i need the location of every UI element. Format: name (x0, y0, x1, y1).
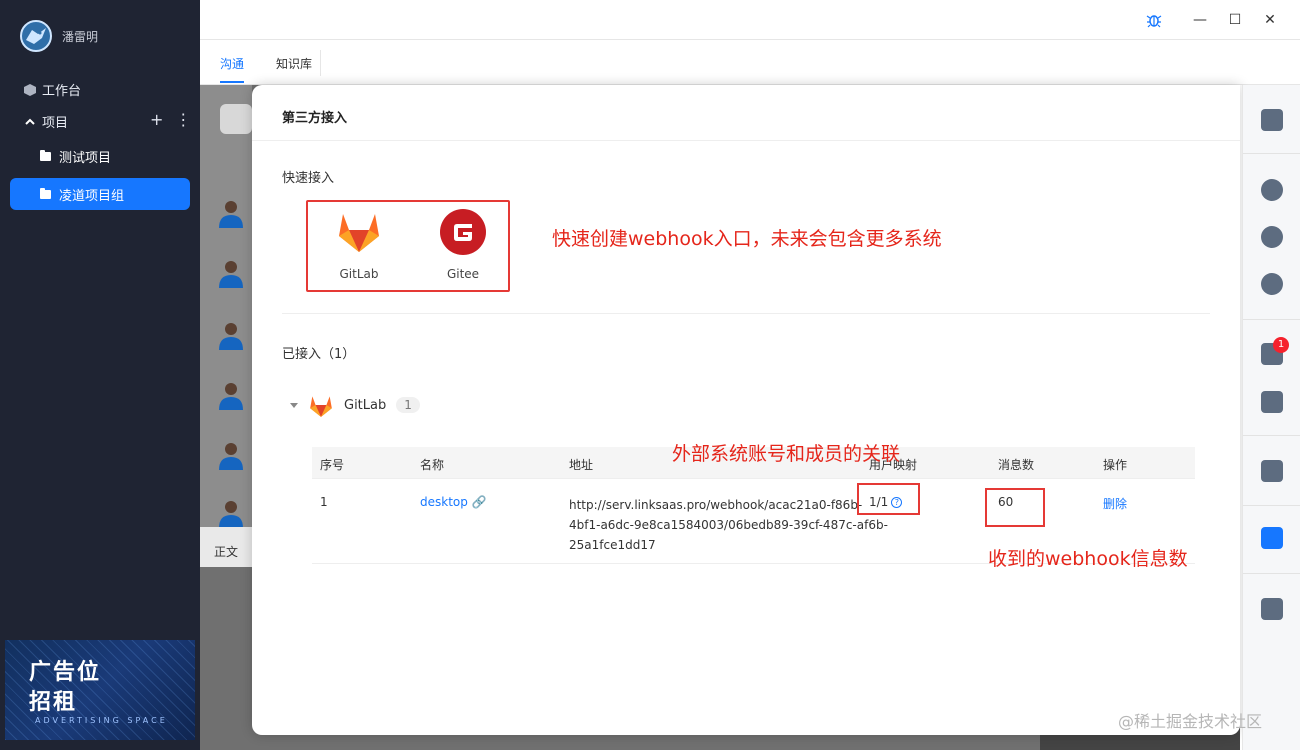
member-avatar-icon (219, 261, 243, 288)
gitlab-icon (310, 396, 332, 417)
ad-subtitle: ADVERTISING SPACE (35, 716, 168, 725)
document-icon[interactable] (1261, 109, 1283, 131)
tab-divider (320, 50, 321, 76)
divider (1243, 505, 1300, 506)
lightning-icon[interactable] (1261, 391, 1283, 413)
gitee-icon (440, 209, 486, 255)
divider (1243, 153, 1300, 154)
url-line: http://serv.linksaas.pro/webhook/acac21a… (569, 498, 863, 512)
column-header: 操作 (1103, 458, 1128, 472)
ad-title-line2: 招租 (29, 690, 78, 715)
member-avatar-icon (219, 323, 243, 350)
message-count-highlight (985, 488, 1045, 527)
avatar[interactable] (20, 20, 52, 52)
app-logo-icon (26, 28, 46, 44)
maximize-button[interactable]: ☐ (1225, 10, 1245, 30)
nav-projects[interactable]: 项目 (24, 112, 68, 131)
connected-label: 已接入（1） (282, 347, 356, 362)
quick-item-label: GitLab (339, 267, 379, 281)
member-avatar-icon (219, 201, 243, 228)
caret-down-icon[interactable] (290, 402, 298, 408)
user-mapping-highlight (857, 483, 920, 515)
collapse-list-button[interactable] (220, 104, 252, 134)
cell-url: http://serv.linksaas.pro/webhook/acac21a… (569, 495, 888, 555)
title-bar: — ☐ ✕ (200, 0, 1300, 40)
ad-banner[interactable]: 广告位 招租 ADVERTISING SPACE (5, 640, 195, 740)
sidebar: 潘雷明 工作台 项目 + ⋮ 测试项目 凌道项目组 广告位 招租 ADVERTI… (0, 0, 200, 750)
tab-knowledge[interactable]: 知识库 (276, 55, 312, 72)
divider (252, 140, 1240, 141)
quick-connect-label: 快速接入 (282, 171, 335, 186)
panel-title: 第三方接入 (282, 111, 348, 126)
star-user-icon[interactable] (1261, 226, 1283, 248)
project-item[interactable]: 测试项目 (10, 140, 190, 172)
editor-footer-label: 正文 (200, 527, 252, 567)
group-count-badge: 1 (396, 397, 420, 413)
schedule-icon[interactable] (1261, 460, 1283, 482)
right-toolbar (1242, 85, 1300, 750)
add-project-icon[interactable]: + (150, 110, 163, 129)
member-avatar-icon (219, 501, 243, 528)
quick-connect-highlight: GitLab Gitee (306, 200, 510, 292)
quick-gitlab-button[interactable]: GitLab (324, 208, 394, 281)
project-actions: + ⋮ (150, 110, 191, 129)
divider (282, 313, 1210, 314)
project-item-label: 凌道项目组 (59, 188, 125, 204)
gitlab-icon (339, 214, 379, 252)
member-avatar-icon (219, 383, 243, 410)
project-item-active[interactable]: 凌道项目组 (10, 178, 190, 210)
divider (1243, 573, 1300, 574)
url-line: 25a1fce1dd17 (569, 538, 656, 552)
nav-projects-label: 项目 (42, 116, 69, 131)
webhook-name-link[interactable]: desktop 🔗 (420, 495, 487, 509)
close-button[interactable]: ✕ (1260, 10, 1280, 30)
cube-icon (24, 83, 36, 96)
group-name: GitLab (344, 397, 387, 413)
active-tab-indicator (220, 81, 244, 83)
gitlab-group-header[interactable]: GitLab 1 (290, 393, 420, 417)
tab-chat[interactable]: 沟通 (220, 55, 244, 72)
column-header: 序号 (320, 458, 345, 472)
watermark: @稀土掘金技术社区 (1118, 712, 1263, 731)
folder-icon (40, 149, 51, 161)
nav-workbench-label: 工作台 (42, 84, 82, 99)
link-icon: 🔗 (471, 495, 487, 509)
annotation-mapping: 外部系统账号和成员的关联 (672, 443, 901, 465)
chevron-up-icon (25, 118, 35, 125)
column-header: 消息数 (998, 458, 1035, 472)
quick-gitee-button[interactable]: Gitee (428, 208, 498, 281)
quick-item-label: Gitee (446, 267, 480, 281)
user-name: 潘雷明 (62, 29, 99, 44)
divider (1243, 319, 1300, 320)
member-avatar-icon (219, 443, 243, 470)
star-user-alt-icon[interactable] (1261, 273, 1283, 295)
cell-index: 1 (320, 495, 328, 509)
tab-bar: 沟通 知识库 (200, 40, 1300, 85)
apps-icon[interactable] (1261, 598, 1283, 620)
user-profile[interactable]: 潘雷明 (20, 20, 98, 52)
url-line: 4bf1-a6dc-9e8ca1584003/06bedb89-39cf-487… (569, 518, 888, 532)
delete-button[interactable]: 删除 (1103, 495, 1127, 512)
minimize-button[interactable]: — (1190, 10, 1210, 30)
annotation-messages: 收到的webhook信息数 (988, 548, 1188, 570)
folder-icon (40, 187, 51, 199)
members-icon[interactable] (1261, 179, 1283, 201)
webhook-name: desktop (420, 495, 468, 509)
annotation-quick: 快速创建webhook入口，未来会包含更多系统 (552, 228, 942, 250)
column-header: 名称 (420, 458, 445, 472)
column-header: 地址 (569, 458, 594, 472)
webhook-download-icon[interactable] (1261, 527, 1283, 549)
project-item-label: 测试项目 (59, 150, 112, 166)
ad-title-line1: 广告位 (29, 660, 102, 685)
bug-icon[interactable] (1144, 10, 1164, 30)
more-vertical-icon[interactable]: ⋮ (175, 110, 191, 129)
notification-badge: 1 (1273, 337, 1289, 353)
nav-workbench[interactable]: 工作台 (24, 80, 81, 99)
divider (1243, 435, 1300, 436)
third-party-panel: 第三方接入 快速接入 GitLab Gitee 已接入（1） GitLab 1 … (252, 85, 1240, 735)
